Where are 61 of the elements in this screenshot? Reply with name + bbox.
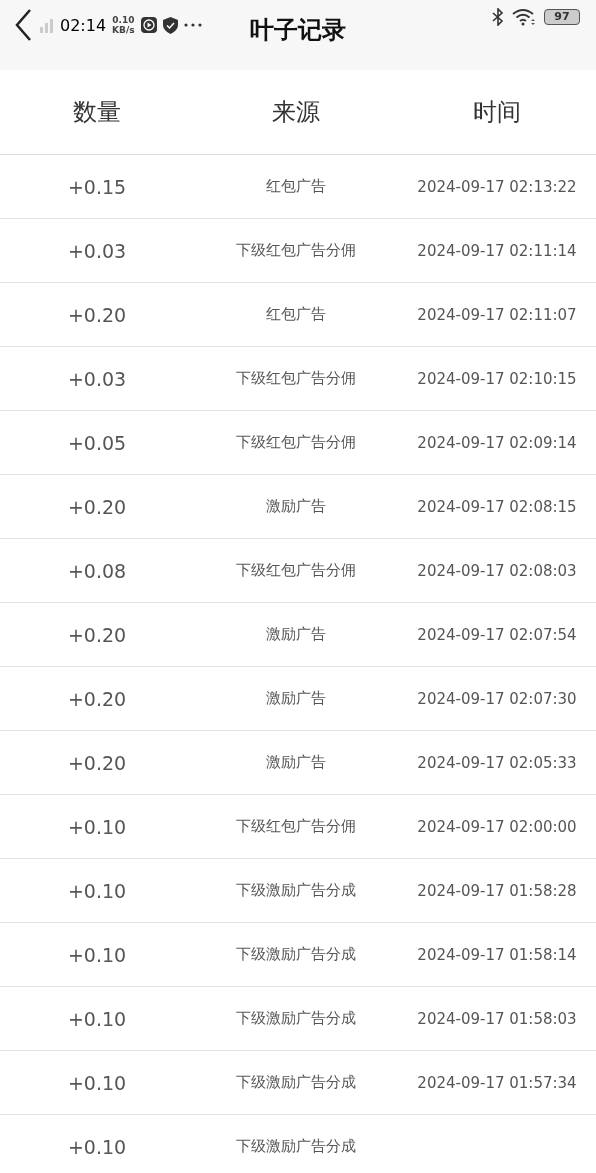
amount-cell-text: +0.20: [66, 303, 128, 326]
amount-cell-text: +0.10: [66, 1007, 128, 1030]
amount-cell-text: +0.05: [66, 431, 128, 454]
source-cell-text: 下级红包广告分佣: [235, 369, 357, 388]
source-cell-text: 激励广告: [265, 497, 327, 516]
amount-cell-text: +0.10: [66, 1135, 128, 1158]
time-cell-text: 2024-09-17 01:58:03: [416, 1009, 578, 1028]
source-cell-text: 下级激励广告分成: [235, 1073, 357, 1092]
time-cell-text: 2024-09-17 02:00:00: [416, 817, 578, 836]
time-cell-text: 2024-09-17 02:11:14: [416, 241, 578, 260]
source-cell-text: 红包广告: [265, 177, 327, 196]
shield-icon: [162, 16, 178, 34]
source-cell-text: 激励广告: [265, 689, 327, 708]
back-icon[interactable]: [14, 8, 34, 42]
column-header: 数量: [72, 97, 122, 128]
more-icon: [183, 23, 202, 27]
source-cell-text: 下级激励广告分成: [235, 1009, 357, 1028]
status-time: 02:14: [60, 15, 107, 35]
amount-cell-text: +0.20: [66, 495, 128, 518]
time-cell-text: 2024-09-17 01:58:14: [416, 945, 578, 964]
amount-cell-text: +0.20: [66, 687, 128, 710]
time-cell-text: 2024-09-17 02:09:14: [416, 433, 578, 452]
network-speed: 0.10: [112, 15, 135, 25]
amount-cell-text: +0.03: [66, 367, 128, 390]
source-cell-text: 下级激励广告分成: [235, 945, 357, 964]
time-cell-text: 2024-09-17 01:57:34: [416, 1073, 578, 1092]
source-cell-text: 下级激励广告分成: [235, 881, 357, 900]
source-cell-text: 下级红包广告分佣: [235, 241, 357, 260]
source-cell-text: 下级红包广告分佣: [235, 433, 357, 452]
time-cell-text: 2024-09-17 02:10:15: [416, 369, 578, 388]
speed-unit: KB/s: [112, 25, 135, 35]
source-cell-text: 下级激励广告分成: [235, 1137, 357, 1156]
amount-cell-text: +0.20: [66, 623, 128, 646]
time-cell-text: 2024-09-17 02:08:03: [416, 561, 578, 580]
source-cell-text: 激励广告: [265, 625, 327, 644]
time-cell-text: 2024-09-17 02:11:07: [416, 305, 578, 324]
time-cell-text: 2024-09-17 02:05:33: [416, 753, 578, 772]
page-title: 叶子记录: [250, 15, 346, 46]
play-icon: [140, 17, 157, 33]
source-cell-text: 红包广告: [265, 305, 327, 324]
wifi-icon: [512, 8, 536, 26]
bluetooth-icon: [492, 8, 504, 26]
time-cell-text: 2024-09-17 02:13:22: [416, 177, 578, 196]
amount-cell-text: +0.08: [66, 559, 128, 582]
time-cell-text: 2024-09-17 02:07:54: [416, 625, 578, 644]
source-cell-text: 下级红包广告分佣: [235, 817, 357, 836]
amount-cell-text: +0.20: [66, 751, 128, 774]
amount-cell-text: +0.15: [66, 175, 128, 198]
source-cell-text: 下级红包广告分佣: [235, 561, 357, 580]
amount-cell-text: +0.10: [66, 815, 128, 838]
amount-cell-text: +0.10: [66, 943, 128, 966]
amount-cell-text: +0.10: [66, 879, 128, 902]
source-cell-text: 激励广告: [265, 753, 327, 772]
amount-cell-text: +0.03: [66, 239, 128, 262]
column-header: 时间: [472, 97, 522, 128]
battery-icon: 97: [544, 9, 580, 25]
time-cell-text: 2024-09-17 02:08:15: [416, 497, 578, 516]
time-cell-text: 2024-09-17 02:07:30: [416, 689, 578, 708]
time-cell-text: 2024-09-17 01:58:28: [416, 881, 578, 900]
amount-cell-text: +0.10: [66, 1071, 128, 1094]
column-header: 来源: [271, 97, 321, 128]
